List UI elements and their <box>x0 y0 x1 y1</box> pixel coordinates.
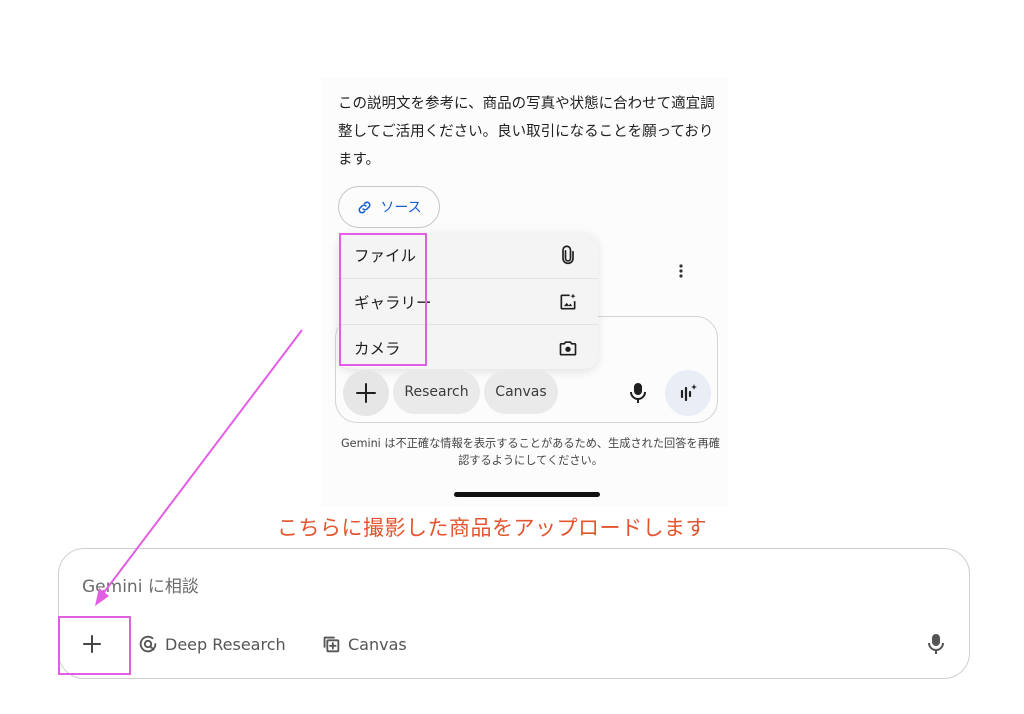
deep-research-button[interactable]: Deep Research <box>137 632 286 656</box>
live-button[interactable] <box>665 370 711 416</box>
deep-research-label: Deep Research <box>165 634 286 654</box>
source-button-label: ソース <box>380 200 422 216</box>
disclaimer-text: Gemini は不正確な情報を表示することがあるため、生成された回答を再確認する… <box>341 437 720 467</box>
mobile-research-tool[interactable]: Research <box>393 370 480 414</box>
menu-item-label: カメラ <box>354 339 401 358</box>
mic-icon[interactable] <box>628 382 648 404</box>
menu-item-label: ギャラリー <box>354 293 432 312</box>
more-vert-icon[interactable] <box>674 262 688 280</box>
attach-menu: ファイル ギャラリー カメラ <box>338 232 598 369</box>
mobile-canvas-tool[interactable]: Canvas <box>484 370 558 414</box>
desktop-composer <box>58 548 970 679</box>
gallery-icon <box>560 293 576 309</box>
home-indicator <box>454 492 600 497</box>
canvas-button[interactable]: Canvas <box>320 632 407 656</box>
add-button[interactable] <box>80 632 104 656</box>
menu-item-gallery[interactable]: ギャラリー <box>338 278 598 324</box>
prompt-input[interactable]: Gemini に相談 <box>82 572 199 597</box>
annotation-caption: こちらに撮影した商品をアップロードします <box>277 516 707 540</box>
canvas-icon <box>323 636 340 653</box>
menu-item-camera[interactable]: カメラ <box>338 324 598 369</box>
menu-item-file[interactable]: ファイル <box>338 232 598 278</box>
paperclip-icon <box>562 245 574 265</box>
deep-research-icon <box>139 635 157 653</box>
menu-item-label: ファイル <box>354 247 417 265</box>
mobile-add-button[interactable] <box>343 370 389 416</box>
link-icon <box>358 201 371 213</box>
response-text: この説明文を参考に、商品の写真や状態に合わせて適宜調整してご活用ください。良い取… <box>338 96 715 168</box>
source-button[interactable]: ソース <box>338 186 440 228</box>
plus-icon <box>356 383 376 403</box>
desktop-mic-icon[interactable] <box>926 632 946 656</box>
canvas-label: Canvas <box>348 634 407 654</box>
camera-icon <box>559 340 577 355</box>
live-waveform-icon <box>680 384 697 402</box>
